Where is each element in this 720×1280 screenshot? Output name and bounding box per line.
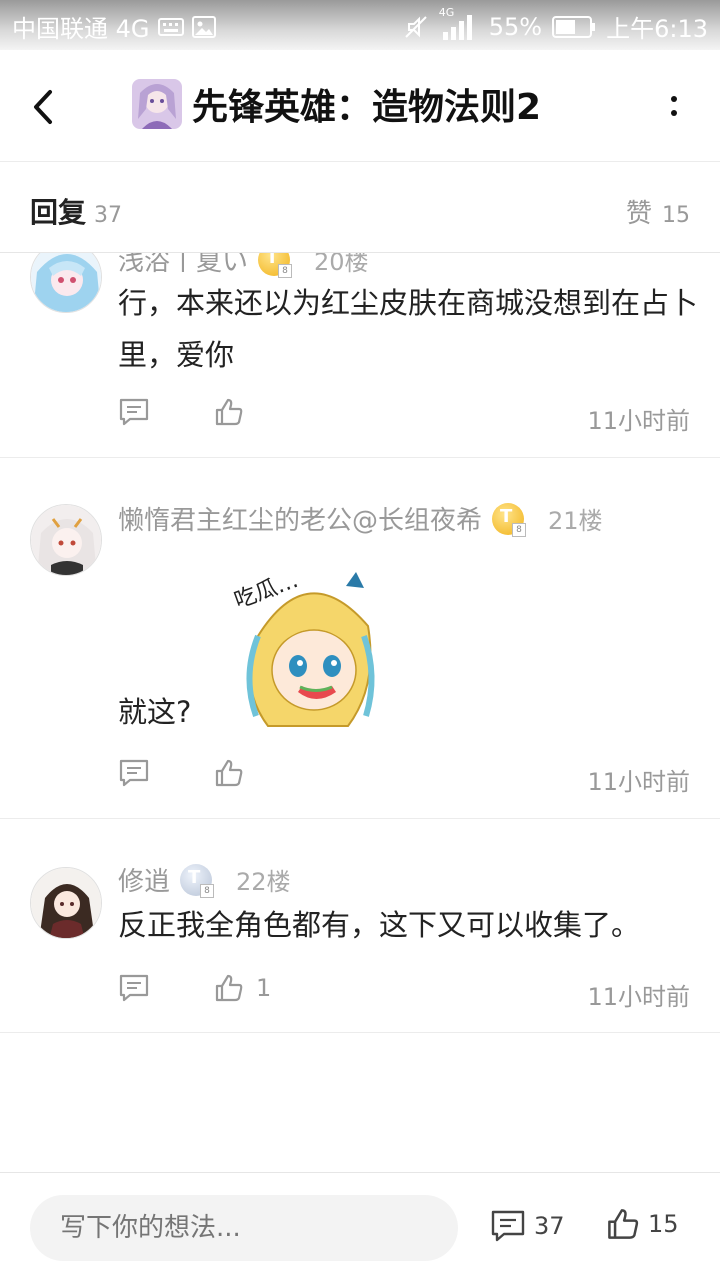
comment-text: 反正我全角色都有，这下又可以收集了。 xyxy=(118,908,641,942)
thumbs-up-icon xyxy=(608,1209,639,1239)
comment-icon xyxy=(119,398,149,426)
username[interactable]: 浅浴丨夏い xyxy=(118,253,248,278)
like-button[interactable] xyxy=(214,397,256,427)
level-badge-icon: T8 xyxy=(258,253,293,278)
reply-button[interactable] xyxy=(118,973,150,1007)
chevron-left-icon xyxy=(34,90,52,124)
thumbs-up-icon xyxy=(215,398,243,426)
level-badge-icon: T8 xyxy=(492,502,527,537)
reply-button[interactable] xyxy=(118,758,150,792)
comment-time: 11小时前 xyxy=(587,983,690,1011)
network-type-label: 4G xyxy=(438,5,455,19)
badge-level-mark: 8 xyxy=(278,263,293,278)
more-vertical-icon xyxy=(671,96,677,102)
thumbs-up-icon xyxy=(215,759,243,787)
comment-text: 就这? xyxy=(118,695,192,729)
tab-replies-label: 回复 xyxy=(30,196,87,229)
level-badge-icon: T8 xyxy=(180,863,215,898)
bottom-like-button[interactable]: 15 xyxy=(606,1207,679,1241)
comment-item: 懒惰君主红尘的老公@长组夜希 T8 21楼 就这? 吃瓜… 11小时前 xyxy=(0,458,720,819)
battery-percent: 55% xyxy=(488,12,543,41)
avatar[interactable] xyxy=(30,253,102,313)
bottom-like-count: 15 xyxy=(648,1210,679,1238)
battery-icon xyxy=(552,15,596,38)
mute-icon xyxy=(405,15,427,38)
badge-letter: T xyxy=(500,505,513,527)
comment-meta: 浅浴丨夏い T8 20楼 xyxy=(118,253,369,278)
badge-level-mark: 8 xyxy=(512,522,527,537)
floor-number: 21楼 xyxy=(548,507,603,535)
comment-time: 11小时前 xyxy=(587,407,690,435)
tab-likes-label: 赞 xyxy=(625,199,652,229)
comment-actions: 11小时前 xyxy=(118,758,690,798)
comment-icon xyxy=(491,1210,525,1242)
tab-replies-count: 37 xyxy=(94,203,123,228)
app-header: 先锋英雄：造物法则2 xyxy=(0,50,720,162)
bottom-bar: 37 15 xyxy=(0,1172,720,1280)
floor-number: 20楼 xyxy=(314,253,369,276)
comment-meta: 修逍 T8 22楼 xyxy=(118,861,291,898)
comment-actions: 11小时前 xyxy=(118,397,690,437)
comment-actions: 1 11小时前 xyxy=(118,973,690,1013)
tab-replies[interactable]: 回复 37 xyxy=(30,191,122,231)
comment-icon xyxy=(119,974,149,1002)
avatar[interactable] xyxy=(30,504,102,576)
comment-item: 浅浴丨夏い T8 20楼 行，本来还以为红尘皮肤在商城没想到在占卜里，爱你 11… xyxy=(0,253,720,458)
image-icon xyxy=(191,15,216,38)
back-button[interactable] xyxy=(24,82,64,132)
more-dot xyxy=(671,110,677,116)
avatar[interactable] xyxy=(30,867,102,939)
more-options-button[interactable] xyxy=(664,86,684,126)
tab-likes[interactable]: 赞 15 xyxy=(626,193,690,230)
watermelon-girl-sticker: 吃瓜… xyxy=(228,566,388,736)
status-bar: 中国联通 4G 4G 55% 上午6:13 xyxy=(0,0,720,50)
comment-item: 修逍 T8 22楼 反正我全角色都有，这下又可以收集了。 1 11小时前 xyxy=(0,819,720,1033)
comment-time: 11小时前 xyxy=(587,768,690,796)
bottom-reply-button[interactable]: 37 xyxy=(490,1209,565,1243)
like-button[interactable]: 1 xyxy=(214,973,271,1003)
comment-icon xyxy=(119,759,149,787)
tab-likes-count: 15 xyxy=(662,203,690,228)
badge-level-mark: 8 xyxy=(200,883,215,898)
comment-input[interactable] xyxy=(30,1195,458,1261)
comment-text: 行，本来还以为红尘皮肤在商城没想到在占卜里，爱你 xyxy=(118,286,699,372)
clock: 上午6:13 xyxy=(606,15,708,43)
badge-letter: T xyxy=(266,253,279,268)
keyboard-icon xyxy=(157,17,184,36)
reply-like-tabs: 回复 37 赞 15 xyxy=(0,163,720,253)
like-count: 1 xyxy=(256,974,272,1002)
floor-number: 22楼 xyxy=(236,868,291,896)
reply-button[interactable] xyxy=(118,397,150,431)
thumbs-up-icon xyxy=(215,974,243,1002)
page-title: 先锋英雄：造物法则2 xyxy=(192,87,542,128)
carrier-label: 中国联通 4G xyxy=(12,15,150,43)
badge-letter: T xyxy=(188,866,201,888)
comment-meta: 懒惰君主红尘的老公@长组夜希 T8 21楼 xyxy=(118,500,603,537)
bottom-reply-count: 37 xyxy=(534,1212,565,1240)
game-avatar xyxy=(132,79,182,129)
like-button[interactable] xyxy=(214,758,256,788)
title-group: 先锋英雄：造物法则2 xyxy=(132,78,541,130)
signal-icon: 4G xyxy=(439,6,479,42)
comment-list[interactable]: 浅浴丨夏い T8 20楼 行，本来还以为红尘皮肤在商城没想到在占卜里，爱你 11… xyxy=(0,253,720,1173)
username[interactable]: 懒惰君主红尘的老公@长组夜希 xyxy=(118,500,482,537)
username[interactable]: 修逍 xyxy=(118,861,170,898)
